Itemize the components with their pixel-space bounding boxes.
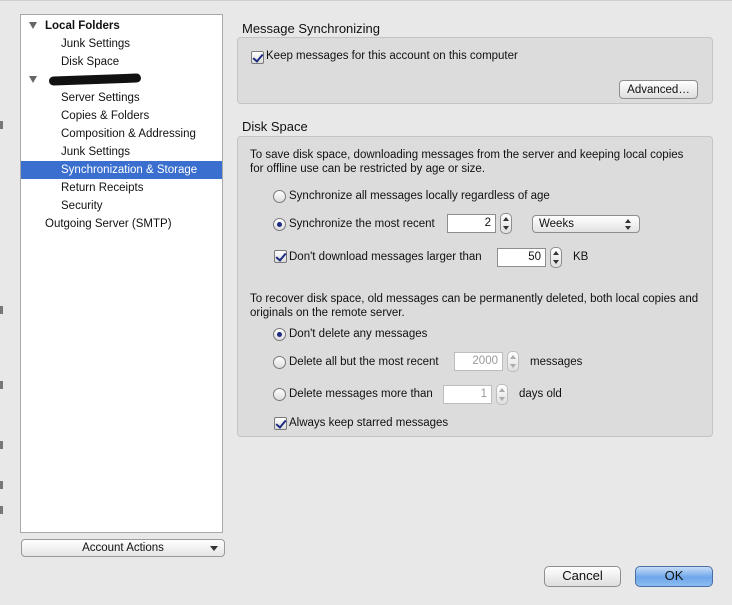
message-sync-heading: Message Synchronizing [242,21,381,36]
dont-download-unit: KB [573,251,589,263]
delete-all-but-stepper[interactable] [507,351,519,372]
delete-all-but-unit: messages [530,356,583,368]
tree-item-disk-space[interactable]: Disk Space [21,53,222,71]
ok-button[interactable]: OK [635,566,713,587]
sync-recent-stepper[interactable] [500,213,512,234]
tree-item-security[interactable]: Security [21,197,222,215]
keep-starred-label: Always keep starred messages [289,417,449,429]
account-tree[interactable]: Local Folders Junk Settings Disk Space S… [20,14,223,533]
window-edge [0,1,6,605]
up-down-arrows-icon [625,219,633,230]
delete-older-stepper[interactable] [496,384,508,405]
keep-starred-checkbox[interactable] [274,417,287,430]
tree-item-junk-settings[interactable]: Junk Settings [21,143,222,161]
sync-all-label: Synchronize all messages locally regardl… [289,190,550,202]
tree-item-return-receipts[interactable]: Return Receipts [21,179,222,197]
dont-download-checkbox[interactable] [274,250,287,263]
tree-item-synchronization-storage[interactable]: Synchronization & Storage [21,161,222,179]
redacted-account-name [48,73,142,86]
disk-space-heading: Disk Space [242,119,308,134]
tree-item-outgoing-server[interactable]: Outgoing Server (SMTP) [21,215,222,233]
tree-item-local-folders[interactable]: Local Folders [21,17,222,35]
delete-all-but-input[interactable]: 2000 [454,352,503,371]
sync-recent-unit-select[interactable]: Weeks [532,215,640,233]
disclosure-triangle-icon[interactable] [29,76,37,83]
dont-download-label: Don't download messages larger than [289,251,482,263]
disk-space-group: To save disk space, downloading messages… [237,136,713,437]
tree-item-label: Security [61,200,103,212]
account-actions-button[interactable]: Account Actions [21,539,225,557]
tree-item-account[interactable] [21,71,222,89]
sync-all-radio[interactable] [273,190,286,203]
delete-older-radio[interactable] [273,388,286,401]
account-settings-window: Local Folders Junk Settings Disk Space S… [0,0,732,605]
keep-messages-label: Keep messages for this account on this c… [266,50,518,62]
dont-download-input[interactable]: 50 [497,248,546,267]
cancel-button[interactable]: Cancel [544,566,621,587]
tree-item-label: Junk Settings [61,146,131,158]
tree-item-server-settings[interactable]: Server Settings [21,89,222,107]
delete-older-label: Delete messages more than [289,388,433,400]
tree-item-label: Disk Space [61,56,120,68]
chevron-down-icon [210,546,218,551]
tree-item-label: Return Receipts [61,182,144,194]
sync-recent-label: Synchronize the most recent [289,218,435,230]
tree-item-junk-settings-local[interactable]: Junk Settings [21,35,222,53]
tree-item-copies-folders[interactable]: Copies & Folders [21,107,222,125]
tree-item-label: Copies & Folders [61,110,150,122]
disclosure-triangle-icon[interactable] [29,22,37,29]
tree-item-label: Junk Settings [61,38,131,50]
delete-older-input[interactable]: 1 [443,385,492,404]
dont-download-stepper[interactable] [550,247,562,268]
delete-older-unit: days old [519,388,562,400]
advanced-button[interactable]: Advanced… [619,80,698,99]
sync-recent-input[interactable]: 2 [447,214,496,233]
message-sync-group: Keep messages for this account on this c… [237,37,713,104]
tree-item-label: Local Folders [45,20,120,32]
tree-item-label: Outgoing Server (SMTP) [45,218,172,230]
tree-item-composition-addressing[interactable]: Composition & Addressing [21,125,222,143]
disk-space-intro: To save disk space, downloading messages… [250,149,684,175]
account-actions-label: Account Actions [82,542,164,554]
tree-item-label: Composition & Addressing [61,128,196,140]
dont-delete-label: Don't delete any messages [289,328,428,340]
sync-recent-unit-value: Weeks [539,218,574,230]
recover-disk-space-text: To recover disk space, old messages can … [250,293,699,319]
dont-delete-radio[interactable] [273,328,286,341]
tree-item-label: Server Settings [61,92,140,104]
keep-messages-checkbox[interactable] [251,51,264,64]
delete-all-but-radio[interactable] [273,356,286,369]
sync-recent-radio[interactable] [273,218,286,231]
tree-item-label: Synchronization & Storage [61,164,198,176]
delete-all-but-label: Delete all but the most recent [289,356,439,368]
